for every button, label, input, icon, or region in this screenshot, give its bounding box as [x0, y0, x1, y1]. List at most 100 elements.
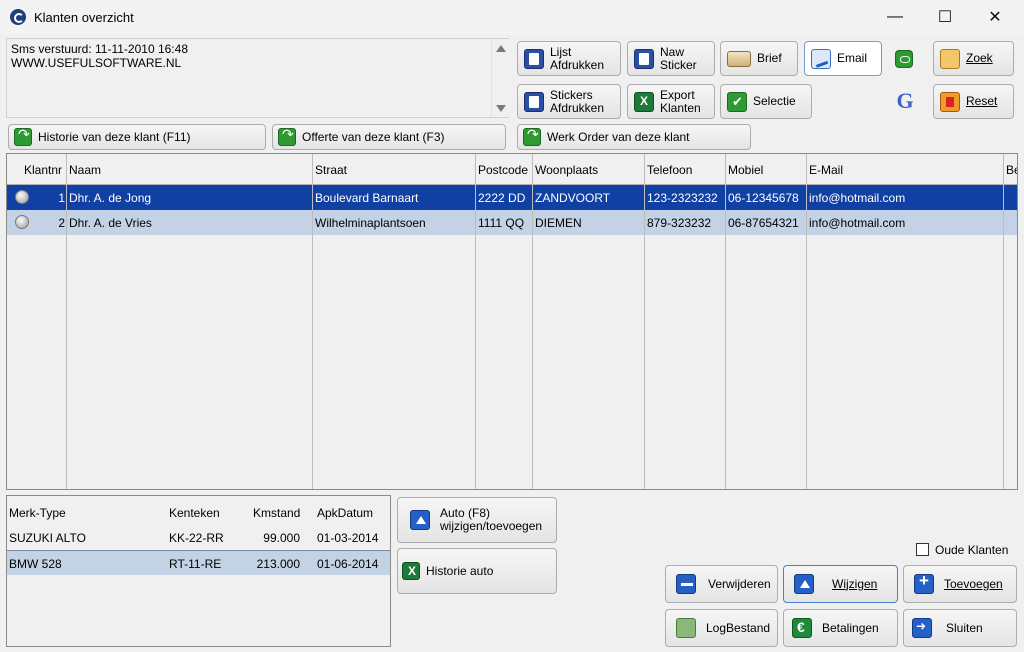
cell-klantnr: 1 — [58, 191, 65, 205]
scroll-down-icon[interactable] — [496, 105, 506, 112]
cell-kmstand: 213.000 — [256, 557, 300, 571]
export-klanten-label: Export Klanten — [660, 87, 701, 115]
row-indicator-icon — [15, 190, 29, 204]
cell-klantnr: 2 — [58, 216, 65, 230]
wijzigen-button[interactable]: Wijzigen — [783, 565, 898, 603]
cell-straat: Boulevard Barnaart — [315, 191, 419, 205]
col-straat[interactable]: Straat — [315, 163, 347, 177]
zoek-button[interactable]: Zoek — [933, 41, 1014, 76]
lijst-afdrukken-label: Lijst Afdrukken — [550, 44, 605, 72]
col-merk-type[interactable]: Merk-Type — [9, 506, 66, 520]
col-postcode[interactable]: Postcode — [478, 163, 528, 177]
sms-memo[interactable]: Sms verstuurd: 11-11-2010 16:48 WWW.USEF… — [6, 38, 509, 118]
cell-merk-type: SUZUKI ALTO — [9, 531, 86, 545]
email-button[interactable]: Email — [804, 41, 882, 76]
selectie-button[interactable]: Selectie — [720, 84, 812, 119]
logbestand-button[interactable]: LogBestand — [665, 609, 778, 647]
search-icon — [940, 48, 960, 69]
car-edit-icon — [410, 510, 430, 530]
auto-wijzigen-label: Auto (F8) wijzigen/toevoegen — [440, 506, 543, 533]
reset-button[interactable]: Reset — [933, 84, 1014, 119]
sms-icon[interactable] — [895, 50, 913, 68]
checkmark-icon — [727, 91, 747, 112]
brief-label: Brief — [757, 51, 782, 65]
scroll-up-icon[interactable] — [496, 45, 506, 52]
cell-straat: Wilhelminaplantsoen — [315, 216, 426, 230]
werkorder-klant-label: Werk Order van deze klant — [547, 129, 690, 144]
google-icon[interactable]: G — [894, 90, 916, 112]
lijst-afdrukken-button[interactable]: Lijst Afdrukken — [517, 41, 621, 76]
cell-kmstand: 99.000 — [263, 531, 300, 545]
cell-merk-type: BMW 528 — [9, 557, 62, 571]
cell-mobiel: 06-12345678 — [728, 191, 799, 205]
offerte-klant-button[interactable]: Offerte van deze klant (F3) — [272, 124, 506, 150]
col-woonplaats[interactable]: Woonplaats — [535, 163, 598, 177]
minus-icon — [676, 574, 696, 594]
col-be[interactable]: Be — [1006, 163, 1017, 177]
app-logo-icon — [10, 9, 26, 25]
memo-scrollbar[interactable] — [491, 39, 509, 117]
email-label: Email — [837, 51, 868, 65]
logbestand-label: LogBestand — [706, 620, 771, 635]
cell-telefoon: 123-2323232 — [647, 191, 718, 205]
table-row[interactable]: SUZUKI ALTO KK-22-RR 99.000 01-03-2014 — [7, 525, 390, 550]
column-divider — [725, 154, 726, 489]
col-telefoon[interactable]: Telefoon — [647, 163, 692, 177]
col-kenteken[interactable]: Kenteken — [169, 506, 220, 520]
sluiten-label: Sluiten — [946, 620, 983, 635]
printer-icon — [634, 48, 654, 69]
col-klantnr[interactable]: Klantnr — [24, 163, 62, 177]
close-button[interactable]: ✕ — [972, 0, 1018, 34]
col-kmstand[interactable]: Kmstand — [253, 506, 300, 520]
col-apkdatum[interactable]: ApkDatum — [317, 506, 373, 520]
col-mobiel[interactable]: Mobiel — [728, 163, 763, 177]
naw-sticker-button[interactable]: Naw Sticker — [627, 41, 715, 76]
col-email[interactable]: E-Mail — [809, 163, 843, 177]
cell-apkdatum: 01-06-2014 — [317, 557, 379, 571]
maximize-button[interactable]: ☐ — [922, 0, 968, 34]
cell-telefoon: 879-323232 — [647, 216, 712, 230]
verwijderen-button[interactable]: Verwijderen — [665, 565, 778, 603]
cell-postcode: 1111 QQ — [478, 216, 525, 230]
customer-grid[interactable]: Klantnr Naam Straat Postcode Woonplaats … — [6, 153, 1018, 490]
cell-woonplaats: DIEMEN — [535, 216, 582, 230]
wijzigen-label: Wijzigen — [832, 576, 878, 591]
cell-mobiel: 06-87654321 — [728, 216, 799, 230]
table-row[interactable]: 1 Dhr. A. de Jong Boulevard Barnaart 222… — [7, 185, 1017, 210]
table-row[interactable]: BMW 528 RT-11-RE 213.000 01-06-2014 — [7, 550, 390, 575]
sluiten-button[interactable]: Sluiten — [903, 609, 1017, 647]
cell-kenteken: KK-22-RR — [169, 531, 224, 545]
reset-label: Reset — [966, 94, 998, 108]
column-divider — [475, 154, 476, 489]
excel-icon — [634, 91, 654, 112]
col-naam[interactable]: Naam — [69, 163, 101, 177]
money-icon — [676, 618, 696, 638]
euro-icon — [792, 618, 812, 638]
verwijderen-label: Verwijderen — [708, 576, 771, 591]
table-row[interactable]: 2 Dhr. A. de Vries Wilhelminaplantsoen 1… — [7, 210, 1017, 235]
row-indicator-icon — [15, 215, 29, 229]
brief-button[interactable]: Brief — [720, 41, 798, 76]
plus-icon — [914, 574, 934, 594]
betalingen-button[interactable]: Betalingen — [783, 609, 898, 647]
auto-wijzigen-button[interactable]: Auto (F8) wijzigen/toevoegen — [397, 497, 557, 543]
cell-apkdatum: 01-03-2014 — [317, 531, 379, 545]
printer-icon — [524, 91, 544, 112]
offerte-klant-label: Offerte van deze klant (F3) — [302, 129, 445, 144]
column-divider — [806, 154, 807, 489]
betalingen-label: Betalingen — [822, 620, 879, 635]
selectie-label: Selectie — [753, 94, 796, 108]
historie-klant-label: Historie van deze klant (F11) — [38, 129, 191, 144]
werkorder-klant-button[interactable]: Werk Order van deze klant — [517, 124, 751, 150]
export-klanten-button[interactable]: Export Klanten — [627, 84, 715, 119]
historie-auto-button[interactable]: Historie auto — [397, 548, 557, 594]
minimize-button[interactable]: — — [872, 0, 918, 34]
memo-text: Sms verstuurd: 11-11-2010 16:48 WWW.USEF… — [11, 42, 188, 70]
historie-klant-button[interactable]: Historie van deze klant (F11) — [8, 124, 266, 150]
envelope-icon — [727, 50, 751, 67]
toevoegen-button[interactable]: Toevoegen — [903, 565, 1017, 603]
cell-email: info@hotmail.com — [809, 191, 906, 205]
stickers-afdrukken-button[interactable]: Stickers Afdrukken — [517, 84, 621, 119]
car-grid[interactable]: Merk-Type Kenteken Kmstand ApkDatum SUZU… — [6, 495, 391, 647]
oude-klanten-checkbox[interactable] — [916, 543, 929, 556]
